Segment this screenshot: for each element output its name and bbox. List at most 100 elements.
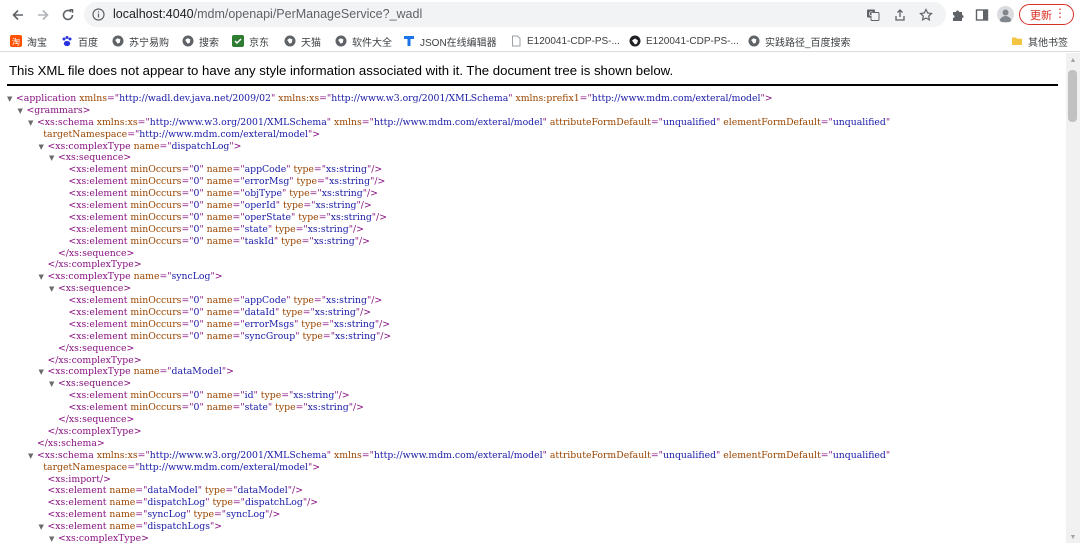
xml-line: <xs:element minOccurs="0" name="state" t… xyxy=(0,402,1064,414)
xml-tag-text: <xs:sequence> xyxy=(58,152,132,164)
xml-tag-text: <xs:element xyxy=(68,164,131,176)
xml-attr-value: id xyxy=(244,390,254,402)
xml-attr-value: operId xyxy=(244,200,276,212)
xml-tag-text: <xs:complexType xyxy=(47,366,134,378)
xml-attr-name: type xyxy=(212,497,233,509)
vertical-scrollbar[interactable] xyxy=(1066,53,1080,543)
xml-tag-text: " xyxy=(199,176,207,188)
xml-line: </xs:complexType> xyxy=(0,426,1064,438)
xml-tag-text: " xyxy=(542,116,550,128)
bookmark-item[interactable]: 实践路径_百度搜索 xyxy=(748,33,851,49)
xml-line-content: <xs:complexType> xyxy=(58,533,149,543)
site-info-icon[interactable] xyxy=(92,8,105,21)
translate-icon[interactable]: G xyxy=(865,7,881,23)
other-bookmarks-folder[interactable]: 其他书签 xyxy=(1011,33,1068,49)
xml-tag-text: =" xyxy=(650,116,663,128)
xml-tag-text: </xs:sequence> xyxy=(58,414,135,426)
xml-tag-text: =" xyxy=(321,318,334,330)
bookmark-item[interactable]: 软件大全 xyxy=(335,33,392,49)
bookmark-item[interactable]: E120041-CDP-PS-... xyxy=(629,33,739,49)
xml-tag-text: =" xyxy=(135,509,148,521)
bookmark-item[interactable]: 京东 xyxy=(232,33,269,49)
xml-line: <xs:element minOccurs="0" name="errorMsg… xyxy=(0,319,1064,331)
browser-toolbar: localhost:4040/mdm/openapi/PerManageServ… xyxy=(0,0,1080,30)
xml-attr-name: type xyxy=(289,188,310,200)
xml-tag-text: "> xyxy=(308,461,321,473)
forward-arrow-icon[interactable] xyxy=(32,4,54,26)
xml-attr-name: name xyxy=(206,223,233,235)
xml-attr-value: xs:string xyxy=(330,211,372,223)
xml-attr-value: xs:string xyxy=(335,330,377,342)
xml-attr-name: name xyxy=(133,140,160,152)
bookmark-item[interactable]: 天猫 xyxy=(284,33,321,49)
scrollbar-thumb[interactable] xyxy=(1068,70,1077,122)
xml-tag-text: " xyxy=(275,200,283,212)
share-icon[interactable] xyxy=(892,7,908,23)
xml-line-content: <xs:sequence> xyxy=(58,152,131,164)
xml-line-content: <xs:element name="dispatchLogs"> xyxy=(48,521,223,533)
xml-tag-text: <xs:sequence> xyxy=(58,283,132,295)
scroll-up-arrow-icon[interactable]: ▲ xyxy=(1069,56,1077,64)
xml-attr-name: name xyxy=(133,366,160,378)
xml-attr-value: dispatchLogs xyxy=(147,521,210,533)
xml-line-content: <xs:element minOccurs="0" name="id" type… xyxy=(69,390,350,402)
menu-dots-icon[interactable]: ⋮ xyxy=(1054,6,1066,20)
xml-line: </xs:sequence> xyxy=(0,343,1064,355)
xml-line-content: targetNamespace="http://www.mdm.com/exte… xyxy=(43,462,320,474)
url-text[interactable]: localhost:4040/mdm/openapi/PerManageServ… xyxy=(113,7,422,21)
xml-attr-name: type xyxy=(302,330,323,342)
globe-icon xyxy=(284,35,296,47)
bookmark-star-icon[interactable] xyxy=(918,7,934,23)
back-arrow-icon[interactable] xyxy=(7,4,29,26)
xml-tag-text: "> xyxy=(229,140,242,152)
xml-attr-name: type xyxy=(282,307,303,319)
xml-attr-name: minOccurs xyxy=(130,402,182,414)
side-panel-icon[interactable] xyxy=(971,4,993,26)
xml-tag-text: " xyxy=(197,485,205,497)
address-bar[interactable]: localhost:4040/mdm/openapi/PerManageServ… xyxy=(84,2,946,27)
xml-line-content: <xs:element name="dispatchLog" type="dis… xyxy=(48,497,319,509)
xml-tag-text: <xs:element xyxy=(68,307,131,319)
notice-divider xyxy=(7,84,1058,86)
xml-tag-text: =" xyxy=(181,211,194,223)
svg-text:G: G xyxy=(869,11,874,18)
profile-avatar[interactable] xyxy=(997,6,1014,23)
xml-line: targetNamespace="http://www.mdm.com/exte… xyxy=(0,462,1064,474)
xml-attr-name: name xyxy=(206,164,233,176)
xml-attr-value: state xyxy=(244,223,268,235)
xml-tag-text: =" xyxy=(650,449,663,461)
xml-tag-text: =" xyxy=(301,235,314,247)
xml-tag-text: =" xyxy=(318,211,331,223)
xml-attr-value: xs:string xyxy=(314,307,356,319)
bookmark-item[interactable]: JSON在线编辑器 xyxy=(403,33,497,49)
xml-line-content: </xs:sequence> xyxy=(58,343,134,355)
extensions-puzzle-icon[interactable] xyxy=(947,4,969,26)
xml-attr-name: minOccurs xyxy=(130,235,182,247)
xml-attr-value: xs:string xyxy=(325,295,367,307)
xml-attr-value: xs:string xyxy=(321,188,363,200)
xml-tag-text: =" xyxy=(106,93,120,104)
bookmark-item[interactable]: 苏宁易购 xyxy=(112,33,169,49)
update-button[interactable]: 更新 ⋮ xyxy=(1019,4,1074,25)
collapse-triangle-icon[interactable]: ▼ xyxy=(49,534,54,543)
xml-tag-text: =" xyxy=(313,295,326,307)
bookmark-item[interactable]: E120041-CDP-PS-... xyxy=(510,33,620,49)
xml-line: <xs:element minOccurs="0" name="dataId" … xyxy=(0,307,1064,319)
xml-attr-name: xmlns xyxy=(79,93,107,104)
xml-line: <xs:element minOccurs="0" name="syncGrou… xyxy=(0,331,1064,343)
xml-tag-text: "/> xyxy=(348,223,364,235)
xml-attr-value: unqualified xyxy=(832,116,886,128)
xml-tag-text: =" xyxy=(820,449,833,461)
xml-tag-text: =" xyxy=(313,164,326,176)
xml-tag-text: =" xyxy=(295,402,308,414)
bookmark-item[interactable]: 淘淘宝 xyxy=(10,33,47,49)
scroll-down-arrow-icon[interactable]: ▼ xyxy=(1069,533,1077,541)
bookmark-item[interactable]: 搜索 xyxy=(182,33,219,49)
reload-icon[interactable] xyxy=(57,4,79,26)
xml-line: ▼ <xs:sequence> xyxy=(0,283,1064,295)
xml-tag-text: </xs:complexType> xyxy=(47,259,142,271)
bookmark-item[interactable]: 百度 xyxy=(61,33,98,49)
bookmark-label: 软件大全 xyxy=(352,37,392,49)
xml-line: </xs:schema> xyxy=(0,438,1064,450)
xml-attr-value: xs:string xyxy=(293,390,335,402)
